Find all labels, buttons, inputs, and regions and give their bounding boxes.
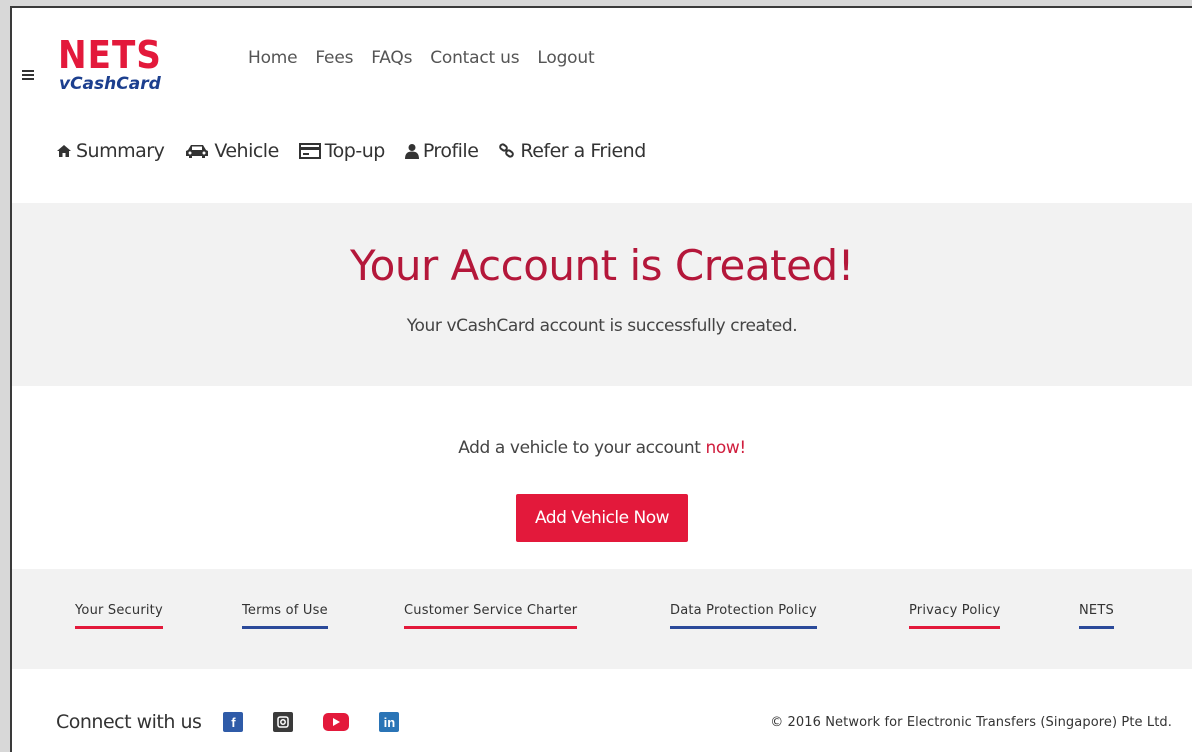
card-icon bbox=[298, 143, 321, 159]
connect-label: Connect with us bbox=[56, 711, 202, 733]
subnav-summary-label: Summary bbox=[76, 140, 165, 162]
car-icon bbox=[186, 145, 209, 158]
nav-logout[interactable]: Logout bbox=[537, 48, 594, 68]
page-footer: Connect with us f in © 2016 Network for … bbox=[12, 669, 1192, 752]
nav-fees[interactable]: Fees bbox=[315, 48, 353, 68]
footer-link-nets[interactable]: NETS bbox=[1079, 603, 1114, 629]
nav-contact-us[interactable]: Contact us bbox=[430, 48, 519, 68]
add-vehicle-section: Add a vehicle to your account now! Add V… bbox=[12, 386, 1192, 569]
nav-faqs[interactable]: FAQs bbox=[371, 48, 412, 68]
logo-vcashcard-text: vCashCard bbox=[59, 74, 161, 94]
page-title: Your Account is Created! bbox=[350, 241, 854, 290]
home-icon bbox=[57, 145, 71, 157]
footer-link-your-security[interactable]: Your Security bbox=[75, 603, 163, 629]
link-icon bbox=[499, 143, 515, 158]
account-subnav: Summary Vehicle Top-up Profile Refer a F… bbox=[56, 140, 666, 162]
social-links: Connect with us f in bbox=[56, 711, 429, 733]
logo-nets-text: NETS bbox=[58, 33, 162, 77]
subnav-refer-friend-label: Refer a Friend bbox=[520, 140, 646, 162]
facebook-icon[interactable]: f bbox=[223, 712, 244, 732]
account-created-banner: Your Account is Created! Your vCashCard … bbox=[12, 203, 1192, 386]
footer-link-privacy-policy[interactable]: Privacy Policy bbox=[909, 603, 1001, 629]
banner-subtitle: Your vCashCard account is successfully c… bbox=[406, 316, 798, 336]
main-nav: Home Fees FAQs Contact us Logout bbox=[248, 48, 612, 68]
instagram-icon[interactable] bbox=[273, 712, 294, 732]
footer-links: Your Security Terms of Use Customer Serv… bbox=[12, 569, 1192, 669]
subnav-profile-label: Profile bbox=[422, 140, 479, 162]
footer-link-customer-service-charter[interactable]: Customer Service Charter bbox=[404, 603, 578, 629]
add-vehicle-button[interactable]: Add Vehicle Now bbox=[516, 494, 688, 542]
subnav-summary[interactable]: Summary bbox=[56, 140, 165, 162]
add-vehicle-prompt-highlight: now! bbox=[705, 438, 747, 458]
user-icon bbox=[404, 144, 419, 159]
linkedin-icon[interactable]: in bbox=[379, 712, 400, 732]
subnav-topup-label: Top-up bbox=[324, 140, 386, 162]
browser-page: NETS vCashCard Home Fees FAQs Contact us… bbox=[10, 6, 1192, 752]
footer-link-data-protection-policy[interactable]: Data Protection Policy bbox=[670, 603, 817, 629]
footer-link-terms-of-use[interactable]: Terms of Use bbox=[242, 603, 328, 629]
subnav-refer-friend[interactable]: Refer a Friend bbox=[498, 140, 646, 162]
add-vehicle-prompt-text: Add a vehicle to your account bbox=[458, 438, 706, 458]
add-vehicle-prompt: Add a vehicle to your account now! bbox=[12, 438, 1192, 458]
subnav-vehicle[interactable]: Vehicle bbox=[184, 140, 279, 162]
top-navbar: NETS vCashCard Home Fees FAQs Contact us… bbox=[12, 8, 1192, 116]
subnav-vehicle-label: Vehicle bbox=[214, 140, 279, 162]
nav-home[interactable]: Home bbox=[248, 48, 298, 68]
youtube-icon[interactable] bbox=[323, 713, 350, 731]
copyright-text: © 2016 Network for Electronic Transfers … bbox=[770, 715, 1172, 730]
subnav-profile[interactable]: Profile bbox=[404, 140, 479, 162]
subnav-topup[interactable]: Top-up bbox=[298, 140, 386, 162]
hamburger-menu-icon[interactable] bbox=[22, 70, 34, 80]
nets-vcashcard-logo[interactable]: NETS vCashCard bbox=[58, 36, 178, 96]
